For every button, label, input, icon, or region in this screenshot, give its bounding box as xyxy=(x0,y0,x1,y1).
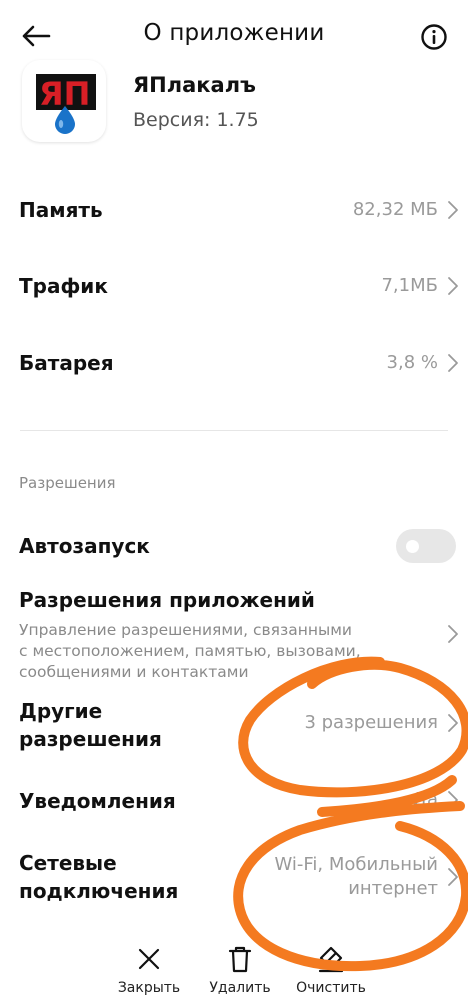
app-name: ЯПлакалъ xyxy=(133,73,256,97)
row-traffic-label: Трафик xyxy=(19,274,108,298)
toggle-knob xyxy=(406,540,419,553)
row-app-permissions[interactable]: Разрешения приложений Управление разреше… xyxy=(0,584,468,684)
row-battery-label: Батарея xyxy=(19,351,114,375)
clear-button[interactable]: Очистить xyxy=(286,940,376,996)
row-app-permissions-description: Управление разрешениями, связанными с ме… xyxy=(19,620,399,683)
row-memory[interactable]: Память 82,32 МБ xyxy=(0,190,468,230)
row-other-permissions-label-line2: разрешения xyxy=(19,727,162,751)
row-battery-value: 3,8 % xyxy=(386,352,438,373)
row-other-permissions[interactable]: Другие разрешения 3 разрешения xyxy=(0,696,468,756)
chevron-right-icon xyxy=(448,625,458,643)
delete-button-label: Удалить xyxy=(209,980,271,996)
chevron-right-icon xyxy=(448,868,458,886)
app-icon: ЯП xyxy=(22,60,106,142)
row-network-label-line2: подключения xyxy=(19,879,179,903)
description-line: Управление разрешениями, связанными xyxy=(19,621,352,639)
close-icon xyxy=(138,948,160,970)
chevron-right-icon xyxy=(448,277,458,295)
row-other-permissions-label-line1: Другие xyxy=(19,699,103,723)
chevron-right-icon xyxy=(448,354,458,372)
chevron-right-icon xyxy=(448,714,458,732)
row-network-value-line2: интернет xyxy=(348,878,438,899)
row-memory-label: Память xyxy=(19,198,103,222)
row-traffic-value: 7,1МБ xyxy=(381,275,438,296)
close-button[interactable]: Закрыть xyxy=(104,940,194,996)
info-circle-icon xyxy=(421,24,447,50)
row-network-value-line1: Wi-Fi, Мобильный xyxy=(274,854,438,875)
row-autostart-label: Автозапуск xyxy=(19,534,150,558)
chevron-right-icon xyxy=(448,791,458,809)
autostart-toggle[interactable] xyxy=(396,529,456,563)
close-button-label: Закрыть xyxy=(117,980,181,996)
row-app-permissions-label: Разрешения приложений xyxy=(19,588,315,612)
row-other-permissions-value: 3 разрешения xyxy=(304,712,438,733)
section-divider xyxy=(20,430,448,431)
row-traffic[interactable]: Трафик 7,1МБ xyxy=(0,266,468,306)
row-battery[interactable]: Батарея 3,8 % xyxy=(0,343,468,383)
app-version: Версия: 1.75 xyxy=(133,109,259,131)
description-line: с местоположением, памятью, вызовами, xyxy=(19,642,361,660)
bottom-action-bar: Закрыть Удалить Очистить xyxy=(0,940,468,1000)
row-memory-value: 82,32 МБ xyxy=(352,199,438,220)
row-network[interactable]: Сетевые подключения Wi-Fi, Мобильный инт… xyxy=(0,848,468,908)
description-line: сообщениями и контактами xyxy=(19,663,249,681)
info-button[interactable] xyxy=(410,16,458,58)
row-notifications[interactable]: Уведомления Да xyxy=(0,782,468,822)
eraser-icon xyxy=(318,946,344,973)
permissions-section-title: Разрешения xyxy=(19,474,116,492)
delete-button[interactable]: Удалить xyxy=(195,940,285,996)
trash-icon xyxy=(228,946,252,973)
row-network-label-line1: Сетевые xyxy=(19,851,117,875)
clear-button-label: Очистить xyxy=(296,980,366,996)
row-notifications-label: Уведомления xyxy=(19,789,176,813)
row-notifications-value: Да xyxy=(412,789,438,810)
chevron-right-icon xyxy=(448,201,458,219)
page-title: О приложении xyxy=(143,20,325,46)
